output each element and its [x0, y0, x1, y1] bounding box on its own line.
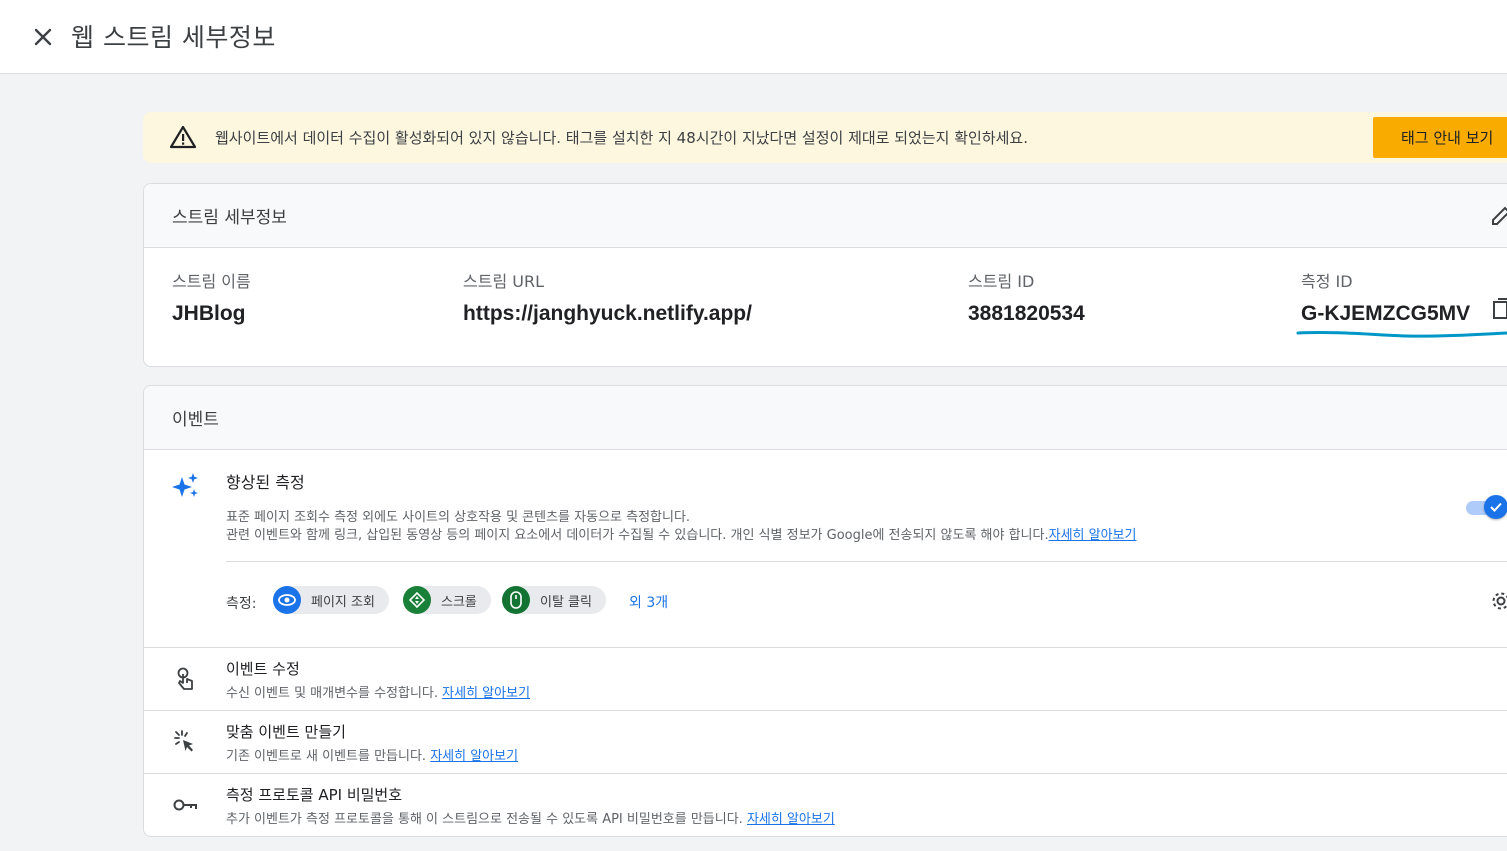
enhanced-desc-line1: 표준 페이지 조회수 측정 외에도 사이트의 상호작용 및 콘텐츠를 자동으로 …: [226, 510, 691, 525]
row-desc-text: 수신 이벤트 및 매개변수를 수정합니다.: [226, 686, 439, 701]
learn-more-link[interactable]: 자세히 알아보기: [442, 686, 530, 701]
stream-id: 스트림 ID 3881820534: [968, 268, 1085, 326]
row-title: 이벤트 수정: [226, 660, 300, 678]
row-desc-text: 기존 이벤트로 새 이벤트를 만듭니다.: [226, 749, 427, 764]
eye-icon: [273, 586, 301, 614]
stream-details-title: 스트림 세부정보: [172, 208, 287, 228]
enhanced-measurement-title: 향상된 측정: [226, 473, 305, 492]
chip-page-view[interactable]: 페이지 조회: [273, 586, 389, 614]
events-title: 이벤트: [172, 410, 219, 430]
stream-url: 스트림 URL https://janghyuck.netlify.app/: [463, 268, 752, 326]
copy-icon[interactable]: [1491, 298, 1507, 322]
warning-banner: 웹사이트에서 데이터 수집이 활성화되어 있지 않습니다. 태그를 설치한 지 …: [143, 112, 1507, 163]
chip-label: 이탈 클릭: [540, 594, 592, 610]
sparkle-icon: [172, 473, 198, 497]
stream-name-value: JHBlog: [172, 302, 246, 325]
events-header: 이벤트: [144, 386, 1507, 450]
warning-icon: [170, 125, 196, 149]
learn-more-link[interactable]: 자세히 알아보기: [747, 812, 835, 827]
highlight-underline: [1296, 330, 1507, 338]
stream-name-label: 스트림 이름: [172, 272, 251, 291]
mouse-icon: [502, 586, 530, 614]
chip-label: 스크롤: [441, 594, 477, 610]
measurement-id: 측정 ID G-KJEMZCG5MV: [1301, 268, 1470, 326]
key-icon: [173, 799, 197, 811]
enhanced-measurement-section: 향상된 측정 표준 페이지 조회수 측정 외에도 사이트의 상호작용 및 콘텐츠…: [144, 451, 1507, 647]
stream-url-value: https://janghyuck.netlify.app/: [463, 302, 752, 325]
more-measures-link[interactable]: 외 3개: [629, 592, 668, 612]
banner-message: 웹사이트에서 데이터 수집이 활성화되어 있지 않습니다. 태그를 설치한 지 …: [215, 129, 1028, 147]
stream-details-card: 스트림 세부정보 스트림 이름 JHBlog 스트림 URL https://j…: [143, 183, 1507, 367]
measurement-id-value[interactable]: G-KJEMZCG5MV: [1301, 302, 1470, 326]
row-desc-text: 추가 이벤트가 측정 프로토콜을 통해 이 스트림으로 전송될 수 있도록 AP…: [226, 812, 743, 827]
touch-icon: [177, 667, 193, 690]
stream-details-header: 스트림 세부정보: [144, 184, 1507, 248]
stream-id-value: 3881820534: [968, 302, 1085, 325]
enhanced-measurement-toggle[interactable]: [1466, 495, 1507, 519]
check-icon: [1490, 502, 1502, 512]
learn-more-link[interactable]: 자세히 알아보기: [430, 749, 518, 764]
events-card: 이벤트 향상된 측정 표준 페이지 조회수 측정 외에도 사이트의 상호작용 및…: [143, 385, 1507, 837]
enhanced-desc-text: 관련 이벤트와 함께 링크, 삽입된 동영상 등의 페이지 요소에서 데이터가 …: [226, 528, 1049, 543]
modify-events-row[interactable]: 이벤트 수정 수신 이벤트 및 매개변수를 수정합니다. 자세히 알아보기: [144, 647, 1507, 710]
create-custom-event-row[interactable]: 맞춤 이벤트 만들기 기존 이벤트로 새 이벤트를 만듭니다. 자세히 알아보기: [144, 710, 1507, 773]
stream-url-label: 스트림 URL: [463, 272, 544, 291]
measures-label: 측정:: [226, 596, 257, 612]
measurement-protocol-row[interactable]: 측정 프로토콜 API 비밀번호 추가 이벤트가 측정 프로토콜을 통해 이 스…: [144, 773, 1507, 836]
stream-id-label: 스트림 ID: [968, 272, 1035, 291]
close-button[interactable]: [28, 22, 58, 52]
row-title: 맞춤 이벤트 만들기: [226, 723, 346, 741]
chip-outbound-click[interactable]: 이탈 클릭: [502, 586, 606, 614]
enhanced-desc-line2: 관련 이벤트와 함께 링크, 삽입된 동영상 등의 페이지 요소에서 데이터가 …: [226, 527, 1136, 545]
learn-more-link[interactable]: 자세히 알아보기: [1049, 528, 1137, 543]
row-desc: 기존 이벤트로 새 이벤트를 만듭니다. 자세히 알아보기: [226, 745, 518, 764]
measurement-id-label: 측정 ID: [1301, 272, 1353, 291]
divider: [226, 561, 1507, 562]
close-icon: [34, 28, 52, 46]
gear-icon[interactable]: [1490, 590, 1507, 612]
row-title: 측정 프로토콜 API 비밀번호: [226, 786, 403, 804]
chip-scroll[interactable]: 스크롤: [403, 586, 491, 614]
view-tag-instructions-button[interactable]: 태그 안내 보기: [1373, 117, 1507, 158]
stream-name: 스트림 이름 JHBlog: [172, 268, 251, 326]
edit-icon[interactable]: [1489, 204, 1507, 228]
toggle-knob: [1484, 495, 1507, 519]
row-desc: 추가 이벤트가 측정 프로토콜을 통해 이 스트림으로 전송될 수 있도록 AP…: [226, 808, 835, 827]
top-bar: 웹 스트림 세부정보: [0, 0, 1507, 74]
chip-label: 페이지 조회: [311, 594, 375, 610]
scroll-icon: [403, 586, 431, 614]
row-desc: 수신 이벤트 및 매개변수를 수정합니다. 자세히 알아보기: [226, 682, 530, 701]
click-sparkle-icon: [174, 730, 193, 752]
page-title: 웹 스트림 세부정보: [71, 23, 276, 52]
